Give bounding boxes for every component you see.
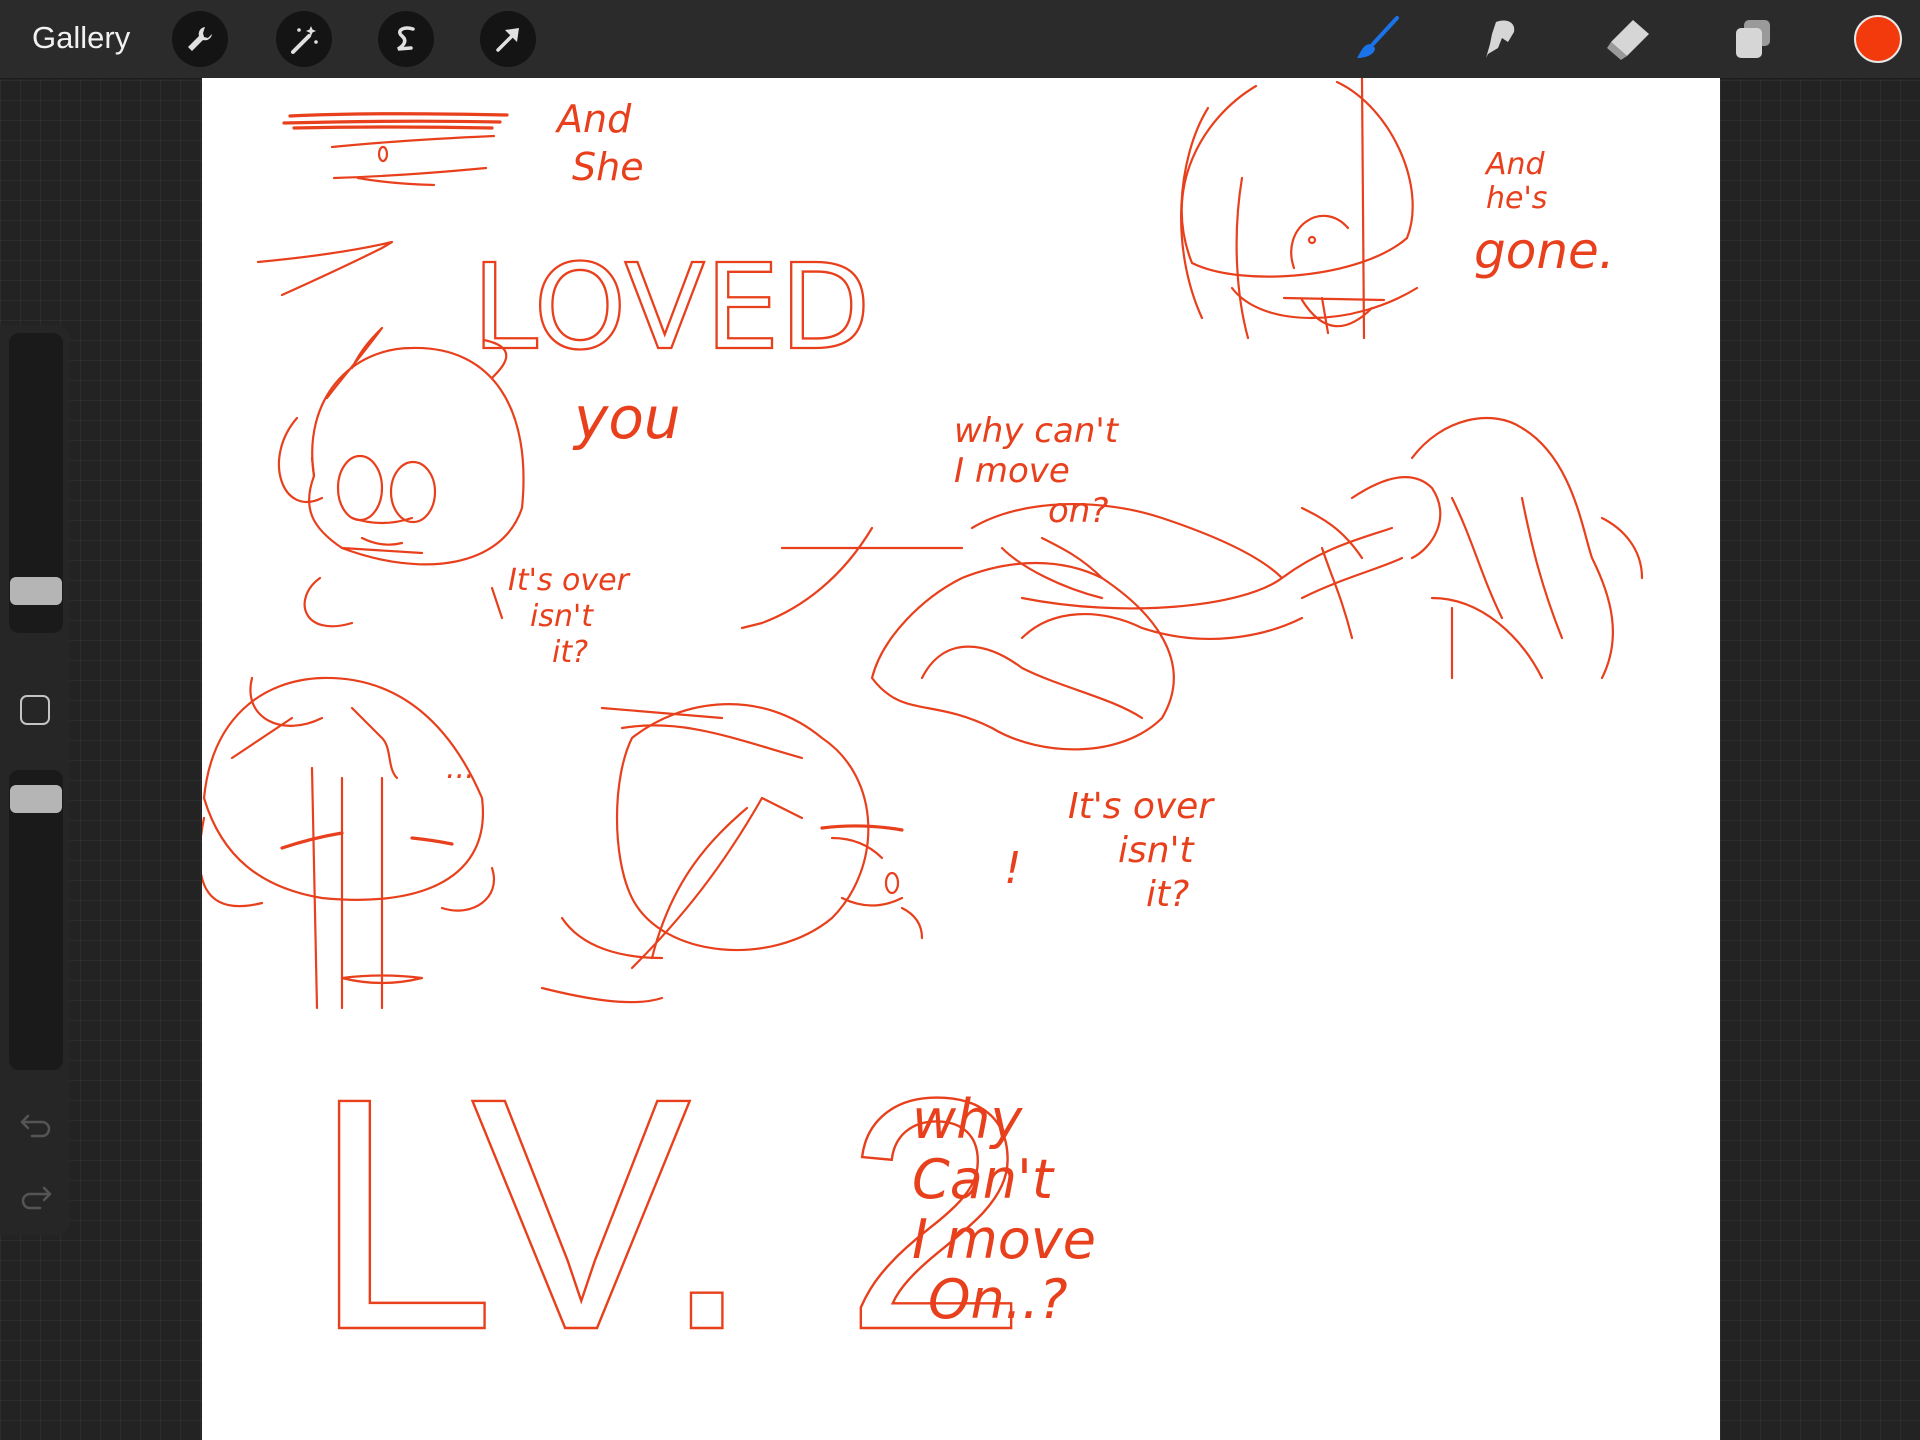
text-its-over-right-3: it? — [1146, 874, 1189, 915]
sketch-layer: And She LOVED you And he's gone. It's ov… — [202, 78, 1644, 1399]
text-and-she-2: She — [572, 145, 644, 189]
selection-button[interactable] — [378, 11, 434, 67]
magic-wand-icon — [291, 26, 318, 54]
text-its-over-left-1: It's over — [508, 563, 631, 598]
text-its-over-right-2: isn't — [1118, 830, 1195, 871]
brush-icon — [1357, 16, 1399, 58]
text-loved: LOVED — [472, 238, 870, 376]
color-swatch-button[interactable] — [1854, 15, 1902, 63]
text-and-hes-1: And — [1484, 147, 1546, 182]
text-exclaim: ! — [1004, 843, 1022, 894]
redo-button[interactable] — [18, 1182, 54, 1212]
modify-button[interactable] — [20, 695, 50, 725]
undo-icon — [20, 1114, 51, 1138]
layers-icon — [1736, 20, 1770, 58]
layers-button[interactable] — [1728, 14, 1778, 64]
undo-button[interactable] — [18, 1110, 54, 1140]
gallery-button[interactable]: Gallery — [32, 20, 130, 56]
text-its-over-left-3: it? — [552, 635, 588, 670]
actions-button[interactable] — [172, 11, 228, 67]
scribble-arrow — [256, 240, 394, 297]
adjustments-button[interactable] — [276, 11, 332, 67]
brush-size-handle[interactable] — [10, 577, 62, 605]
sketch-crying-head — [202, 676, 495, 1010]
brush-opacity-slider[interactable] — [9, 770, 63, 1070]
text-why-cant-bottom-4: On..? — [928, 1268, 1068, 1331]
smudge-icon — [1486, 20, 1515, 58]
smudge-tool-button[interactable] — [1478, 14, 1528, 64]
eraser-tool-button[interactable] — [1603, 14, 1653, 64]
text-why-cant-top-1: why can't — [954, 411, 1120, 451]
brush-sidebar — [0, 325, 70, 1235]
eraser-icon — [1607, 20, 1649, 60]
selection-icon — [397, 26, 415, 51]
text-its-over-right-1: It's over — [1068, 786, 1215, 827]
wrench-icon — [188, 27, 212, 51]
transform-button[interactable] — [480, 11, 536, 67]
text-why-cant-bottom-2: Can't — [912, 1148, 1055, 1211]
text-you: you — [572, 384, 681, 452]
top-toolbar: Gallery — [0, 0, 1920, 79]
text-and-she-1: And — [554, 97, 632, 141]
text-and-hes-2: he's — [1486, 181, 1547, 216]
text-why-cant-top-2: I move — [954, 451, 1070, 491]
transform-arrow-icon — [496, 28, 519, 52]
sketch-round-head-middle — [540, 703, 924, 1004]
text-ellipsis: ... — [446, 751, 475, 786]
text-its-over-left-2: isn't — [530, 599, 594, 634]
redo-icon — [21, 1186, 52, 1210]
sketch-lying-figure — [740, 416, 1644, 751]
text-why-cant-bottom-3: I move — [912, 1208, 1096, 1271]
text-why-cant-top-3: on? — [1048, 491, 1108, 531]
text-why-cant-bottom-1: why — [912, 1088, 1023, 1151]
scribble-lines-top-left — [282, 112, 509, 187]
brush-tool-button[interactable] — [1353, 14, 1403, 64]
drawing-canvas[interactable]: And She LOVED you And he's gone. It's ov… — [202, 78, 1720, 1440]
brush-opacity-handle[interactable] — [10, 785, 62, 813]
text-and-hes-3: gone. — [1474, 222, 1615, 280]
sketch-cat-head — [277, 326, 525, 628]
sketch-head-top-right — [1180, 78, 1419, 340]
